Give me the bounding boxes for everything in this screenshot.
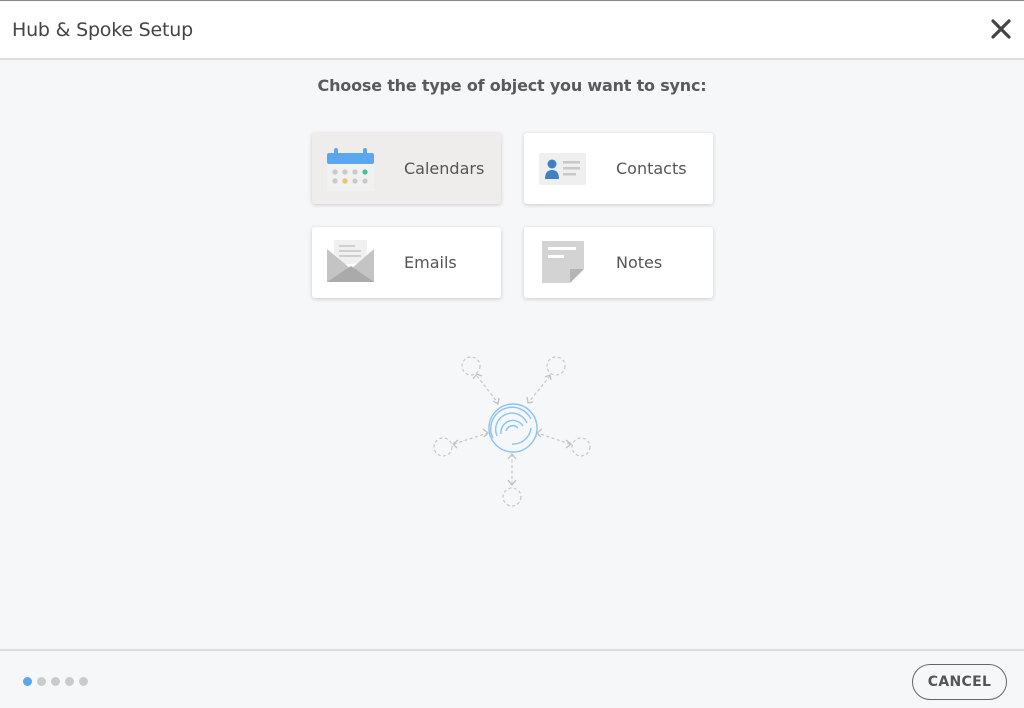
option-contacts[interactable]: Contacts — [524, 133, 713, 204]
close-icon — [991, 19, 1011, 39]
envelope-icon — [327, 240, 374, 282]
setup-dialog: Hub & Spoke Setup Choose the type of obj… — [0, 0, 1024, 708]
option-label: Contacts — [616, 159, 687, 178]
option-label: Notes — [616, 253, 663, 272]
option-label: Calendars — [404, 159, 485, 178]
step-indicator — [23, 677, 88, 686]
note-icon — [542, 241, 584, 283]
option-calendars[interactable]: Calendars — [312, 133, 501, 204]
option-emails[interactable]: Emails — [312, 227, 501, 298]
option-notes[interactable]: Notes — [524, 227, 713, 298]
close-button[interactable] — [988, 16, 1014, 42]
dialog-header: Hub & Spoke Setup — [0, 2, 1024, 60]
option-label: Emails — [404, 253, 457, 272]
calendar-icon — [327, 148, 374, 191]
prompt-text: Choose the type of object you want to sy… — [317, 76, 707, 95]
step-dot-2 — [37, 677, 46, 686]
dialog-title: Hub & Spoke Setup — [12, 19, 193, 41]
hub-spoke-icon — [433, 356, 591, 507]
step-dot-4 — [65, 677, 74, 686]
step-dot-3 — [51, 677, 60, 686]
step-dot-5 — [79, 677, 88, 686]
contact-card-icon — [539, 153, 586, 185]
cancel-button[interactable]: CANCEL — [912, 664, 1007, 700]
step-dot-1 — [23, 677, 32, 686]
dialog-footer: CANCEL — [0, 649, 1024, 708]
